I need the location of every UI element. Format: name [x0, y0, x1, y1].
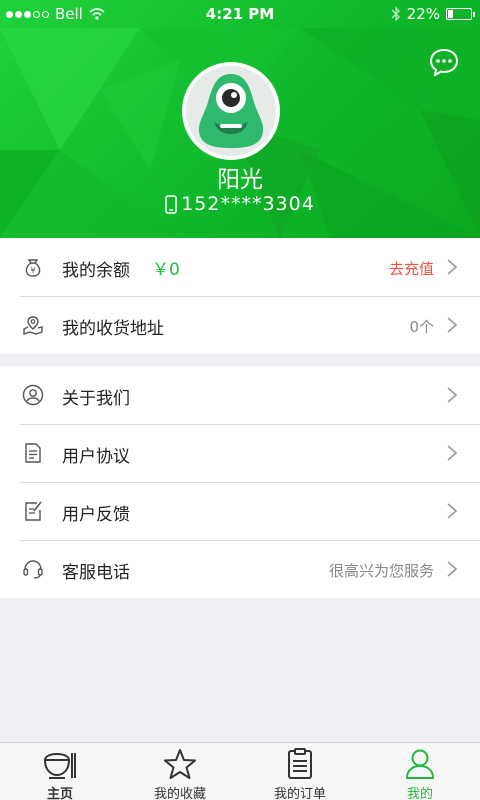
info-group: 关于我们 用户协议 用户反馈 客服电话 很高兴为您服务	[0, 366, 480, 598]
message-bubble-icon[interactable]	[429, 48, 459, 76]
user-agreement-label: 用户协议	[62, 447, 130, 467]
avatar[interactable]	[182, 62, 280, 160]
chevron-right-icon	[447, 561, 458, 577]
battery-icon	[446, 8, 475, 20]
profile-header: Bell 4:21 PM 22% 阳光 152****3304	[0, 0, 480, 238]
user-icon	[406, 749, 434, 779]
phone-number: 152****3304	[181, 193, 315, 215]
tab-orders-label: 我的订单	[273, 787, 326, 800]
chevron-right-icon	[447, 445, 458, 461]
user-circle-icon	[22, 384, 44, 406]
recharge-link[interactable]: 去充值	[389, 258, 434, 279]
balance-label: 我的余额	[62, 261, 130, 281]
document-icon	[25, 443, 41, 463]
customer-service-label: 客服电话	[62, 563, 130, 583]
home-bowl-icon	[43, 753, 76, 779]
customer-service-row[interactable]: 客服电话 很高兴为您服务	[0, 540, 480, 598]
account-group: ¥ 我的余额 ￥0 去充值 我的收货地址 0个	[0, 238, 480, 354]
username: 阳光	[217, 167, 263, 193]
tab-mine[interactable]: 我的	[360, 743, 480, 800]
clipboard-icon	[288, 748, 312, 779]
tab-home[interactable]: 主页	[0, 743, 120, 800]
user-feedback-row[interactable]: 用户反馈	[0, 482, 480, 540]
tab-favorites-label: 我的收藏	[153, 787, 206, 800]
balance-value: ￥0	[152, 260, 180, 280]
address-row[interactable]: 我的收货地址 0个	[0, 296, 480, 354]
status-bar: Bell 4:21 PM 22%	[0, 0, 480, 28]
chevron-right-icon	[447, 503, 458, 519]
balance-row[interactable]: ¥ 我的余额 ￥0 去充值	[0, 238, 480, 296]
address-label: 我的收货地址	[62, 319, 164, 339]
about-us-label: 关于我们	[62, 389, 130, 409]
chevron-right-icon	[447, 259, 458, 275]
battery-percent: 22%	[406, 5, 440, 23]
chevron-right-icon	[447, 317, 458, 333]
status-right: 22%	[391, 5, 475, 23]
about-us-row[interactable]: 关于我们	[0, 366, 480, 424]
tab-home-label: 主页	[46, 787, 73, 800]
bottom-tab-bar: 主页 我的收藏 我的订单 我的	[0, 742, 480, 800]
chevron-right-icon	[447, 387, 458, 403]
mobile-phone-icon	[165, 194, 177, 214]
customer-service-note: 很高兴为您服务	[328, 562, 434, 580]
location-map-icon	[23, 316, 43, 335]
svg-text:¥: ¥	[30, 266, 35, 275]
tab-favorites[interactable]: 我的收藏	[120, 743, 240, 800]
money-bag-icon: ¥	[25, 259, 41, 277]
tab-orders[interactable]: 我的订单	[240, 743, 360, 800]
user-feedback-label: 用户反馈	[62, 505, 130, 525]
phone-row: 152****3304	[0, 193, 480, 215]
star-icon	[164, 749, 196, 779]
bluetooth-icon	[391, 6, 400, 22]
tab-mine-label: 我的	[406, 787, 433, 800]
monster-avatar-icon	[186, 66, 276, 156]
edit-note-icon	[25, 501, 42, 521]
address-count: 0个	[409, 318, 434, 336]
headset-icon	[23, 560, 43, 579]
user-agreement-row[interactable]: 用户协议	[0, 424, 480, 482]
